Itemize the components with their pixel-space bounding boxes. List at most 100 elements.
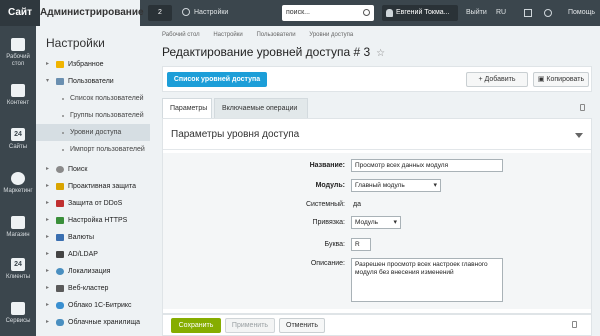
chevron-right-icon: ▸ <box>46 319 50 325</box>
menu-item-cloud-storage[interactable]: ▸ Облачные хранилища <box>36 314 150 331</box>
bullet-icon <box>62 115 64 117</box>
menu-item-label: Избранное <box>68 61 104 68</box>
chevron-right-icon: ▸ <box>46 268 50 274</box>
search-icon <box>56 166 64 173</box>
ddos-icon <box>56 200 64 207</box>
nav-label: Контент <box>6 100 30 106</box>
module-select[interactable]: Главный модуль <box>351 179 441 192</box>
copy-button[interactable]: ▣ Копировать <box>533 72 589 87</box>
menu-item-user-groups[interactable]: Группы пользователей <box>36 107 150 124</box>
access-levels-list-button[interactable]: Список уровней доступа <box>167 72 267 87</box>
module-label: Модуль: <box>315 182 345 189</box>
menu-item-search[interactable]: ▸ Поиск <box>36 161 150 178</box>
cancel-button[interactable]: Отменить <box>279 318 325 333</box>
binding-label: Привязка: <box>312 219 345 226</box>
nav-sites[interactable]: 24 Сайты <box>0 122 36 164</box>
save-button[interactable]: Сохранить <box>171 318 221 333</box>
nav-content[interactable]: Контент <box>0 78 36 120</box>
menu-item-label: Настройка HTTPS <box>68 217 128 224</box>
binding-select[interactable]: Модуль <box>351 216 401 229</box>
menu-item-label: Уровни доступа <box>70 129 122 136</box>
chevron-right-icon: ▸ <box>46 183 50 189</box>
logout-link[interactable]: Выйти <box>466 0 487 26</box>
language-select[interactable]: RU <box>496 0 506 26</box>
hint-icon[interactable] <box>524 9 532 17</box>
apply-button[interactable]: Применить <box>225 318 275 333</box>
bullet-icon <box>62 98 64 100</box>
breadcrumb-item[interactable]: Рабочий стол <box>162 32 200 38</box>
collapse-icon[interactable] <box>575 133 583 138</box>
menu-item-access-levels[interactable]: Уровни доступа <box>36 124 150 141</box>
tab-operations[interactable]: Включаемые операции <box>214 98 308 118</box>
star-icon[interactable]: ☆ <box>376 48 385 59</box>
page-title-row: Редактирование уровней доступа # 3 ☆ <box>162 45 385 59</box>
tab-parameters[interactable]: Параметры <box>162 98 212 118</box>
menu-item-label: Веб-кластер <box>68 285 109 292</box>
content-icon <box>11 84 25 97</box>
menu-item-favorites[interactable]: ▸ Избранное <box>36 56 150 73</box>
divider <box>163 149 591 150</box>
search-icon[interactable] <box>363 9 370 16</box>
lock-icon <box>56 217 64 224</box>
letter-field[interactable]: R <box>351 238 371 251</box>
clients-icon: 24 <box>11 258 25 271</box>
nav-label: Сайты <box>8 144 28 150</box>
access-level-form: Название: Просмотр всех данных модуля Мо… <box>163 153 591 309</box>
nav-desktop[interactable]: Рабочий стол <box>0 32 36 74</box>
menu-item-user-import[interactable]: Импорт пользователей <box>36 141 150 158</box>
pin-icon[interactable] <box>572 321 577 328</box>
pin-icon[interactable] <box>544 9 552 17</box>
pin-icon[interactable] <box>580 104 585 111</box>
site-tab[interactable]: Сайт <box>0 0 40 26</box>
nav-services[interactable]: Сервисы <box>0 296 36 336</box>
description-label: Описание: <box>310 260 345 267</box>
menu-item-label: Проактивная защита <box>68 183 136 190</box>
top-bar: Сайт Администрирование 2 Настройки поиск… <box>0 0 600 26</box>
menu-item-label: Группы пользователей <box>70 112 144 119</box>
name-label: Название: <box>309 162 345 169</box>
nav-label: Маркетинг <box>3 188 33 194</box>
menu-item-ddos[interactable]: ▸ Защита от DDoS <box>36 195 150 212</box>
notifications-button[interactable]: 2 <box>148 5 172 21</box>
letter-label: Буква: <box>324 241 345 248</box>
search-input[interactable]: поиск... <box>282 5 374 21</box>
menu-item-label: Список пользователей <box>70 95 144 102</box>
menu-item-proactive[interactable]: ▸ Проактивная защита <box>36 178 150 195</box>
chevron-right-icon: ▸ <box>46 166 50 172</box>
nav-label: Клиенты <box>5 274 31 280</box>
icon-sidebar: Рабочий стол Контент 24 Сайты Маркетинг М… <box>0 26 36 336</box>
main-content: Рабочий стол Настройки Пользователи Уров… <box>150 26 600 336</box>
chevron-right-icon: ▸ <box>46 200 50 206</box>
breadcrumb-item[interactable]: Пользователи <box>256 32 295 38</box>
breadcrumb-item[interactable]: Уровни доступа <box>309 32 353 38</box>
breadcrumb: Рабочий стол Настройки Пользователи Уров… <box>162 32 365 38</box>
settings-link[interactable]: Настройки <box>182 0 228 26</box>
cluster-icon <box>56 285 64 292</box>
nav-marketing[interactable]: Маркетинг <box>0 166 36 208</box>
menu-item-localization[interactable]: ▸ Локализация <box>36 263 150 280</box>
name-field[interactable]: Просмотр всех данных модуля <box>351 159 503 172</box>
menu-item-ldap[interactable]: ▸ AD/LDAP <box>36 246 150 263</box>
menu-item-label: Валюты <box>68 234 94 241</box>
gear-icon <box>182 8 190 17</box>
chevron-right-icon: ▸ <box>46 285 50 291</box>
menu-item-user-list[interactable]: Список пользователей <box>36 90 150 107</box>
globe-icon <box>56 268 64 275</box>
menu-item-cloud[interactable]: ▸ Облако 1С-Битрикс <box>36 297 150 314</box>
help-link[interactable]: Помощь <box>568 0 595 26</box>
admin-tab[interactable]: Администрирование <box>40 0 144 26</box>
settings-menu: Настройки ▸ Избранное ▾ Пользователи Списо… <box>36 26 150 336</box>
menu-item-webcluster[interactable]: ▸ Веб-кластер <box>36 280 150 297</box>
menu-item-users[interactable]: ▾ Пользователи <box>36 73 150 90</box>
description-textarea[interactable]: Разрешен просмотр всех настроек главного… <box>351 258 503 302</box>
add-button[interactable]: + Добавить <box>466 72 528 87</box>
services-icon <box>11 302 25 315</box>
nav-shop[interactable]: Магазин <box>0 210 36 252</box>
nav-clients[interactable]: 24 Клиенты <box>0 252 36 294</box>
menu-item-https[interactable]: ▸ Настройка HTTPS <box>36 212 150 229</box>
menu-item-currencies[interactable]: ▸ Валюты <box>36 229 150 246</box>
chevron-right-icon: ▸ <box>46 61 50 67</box>
user-menu[interactable]: Евгений Токма... <box>382 5 458 21</box>
panel-title: Параметры уровня доступа <box>171 129 300 140</box>
breadcrumb-item[interactable]: Настройки <box>213 32 242 38</box>
